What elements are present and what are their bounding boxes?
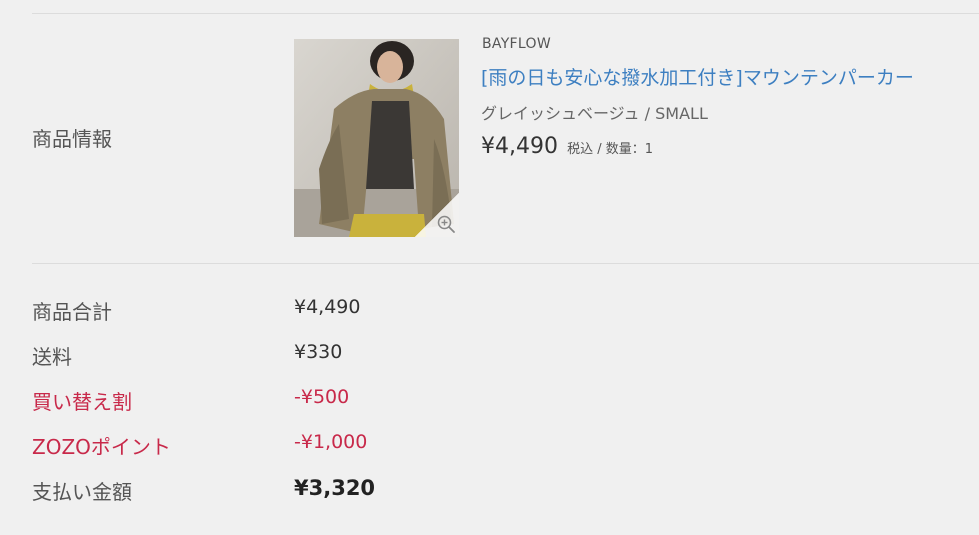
top-divider <box>32 13 979 14</box>
tradein-discount-value: -¥500 <box>294 386 350 408</box>
summary-row-tradein-discount: 買い替え割 -¥500 <box>32 386 632 416</box>
zoom-in-icon[interactable] <box>436 214 456 234</box>
summary-row-shipping: 送料 ¥330 <box>32 341 632 371</box>
product-thumbnail[interactable] <box>294 39 459 237</box>
product-variant: グレイッシュベージュ / SMALL <box>481 104 708 123</box>
product-name-link[interactable]: [雨の日も安心な撥水加工付き]マウンテンパーカー <box>481 63 914 90</box>
price-meta: 税込 / 数量：1 <box>567 142 653 157</box>
shipping-label: 送料 <box>32 345 72 369</box>
total-label: 支払い金額 <box>32 480 132 504</box>
tradein-discount-label: 買い替え割 <box>32 390 132 414</box>
zozo-points-value: -¥1,000 <box>294 431 368 453</box>
summary-row-subtotal: 商品合計 ¥4,490 <box>32 296 632 326</box>
total-value: ¥3,320 <box>294 476 376 500</box>
product-price: ¥4,490 <box>481 134 558 159</box>
summary-row-total: 支払い金額 ¥3,320 <box>32 476 632 506</box>
section-divider <box>32 263 979 264</box>
summary-row-zozo-points: ZOZOポイント -¥1,000 <box>32 431 632 461</box>
subtotal-label: 商品合計 <box>32 300 112 324</box>
shipping-value: ¥330 <box>294 341 343 363</box>
product-info-label: 商品情報 <box>32 127 112 151</box>
brand-name: BAYFLOW <box>482 36 551 52</box>
price-row: ¥4,490 税込 / 数量：1 <box>481 134 653 159</box>
subtotal-value: ¥4,490 <box>294 296 361 318</box>
zozo-points-label: ZOZOポイント <box>32 435 171 459</box>
